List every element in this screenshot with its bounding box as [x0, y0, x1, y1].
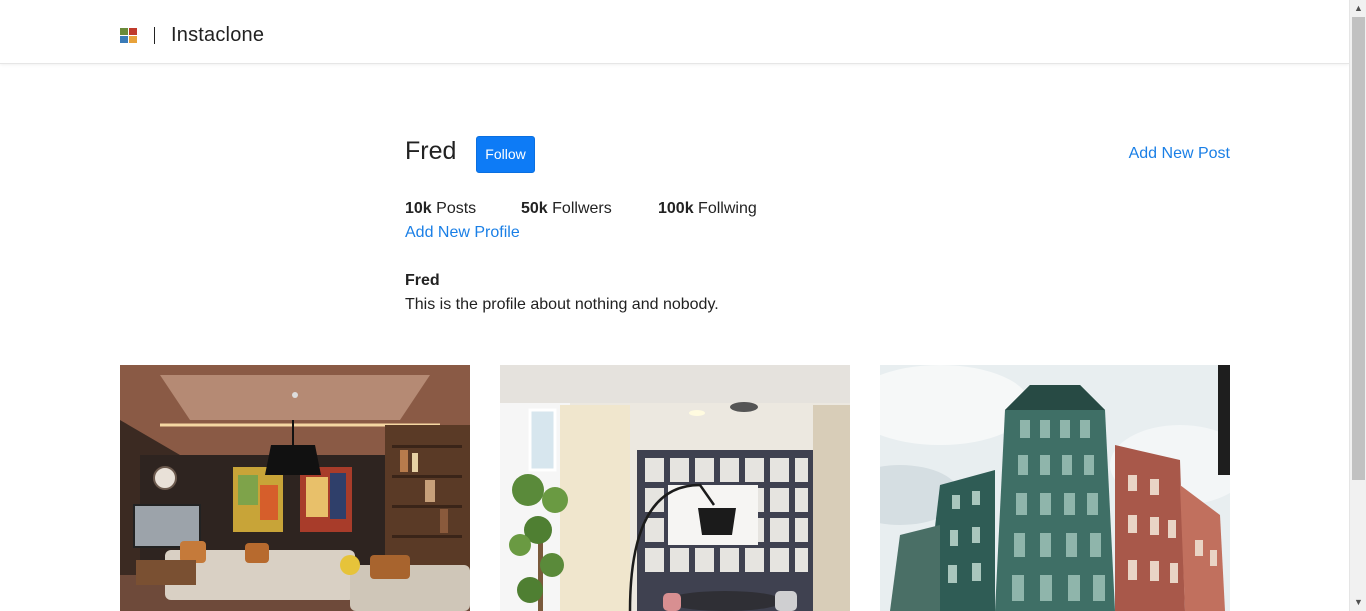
followers-count: 50k	[521, 200, 548, 217]
profile-username: Fred	[405, 137, 457, 165]
following-label: Follwing	[698, 200, 757, 217]
bio-name: Fred	[405, 272, 440, 289]
post-image-bright-room[interactable]	[500, 365, 850, 611]
following-count: 100k	[658, 200, 694, 217]
bio-text: This is the profile about nothing and no…	[405, 296, 719, 313]
profile-page: Instaclone Fred Follow Add New Post 10k …	[0, 0, 1366, 611]
posts-count: 10k	[405, 200, 432, 217]
followers-label: Follwers	[552, 200, 612, 217]
scroll-down-arrow-icon[interactable]: ▼	[1350, 594, 1366, 611]
add-new-post-link[interactable]: Add New Post	[1129, 145, 1230, 163]
add-new-profile-link[interactable]: Add New Profile	[405, 224, 520, 242]
stat-following: 100k Follwing	[658, 200, 757, 218]
navbar-divider	[154, 27, 155, 44]
follow-button[interactable]: Follow	[476, 136, 535, 173]
scrollbar-thumb[interactable]	[1352, 17, 1365, 480]
posts-label: Posts	[436, 200, 477, 217]
page-scrollbar[interactable]: ▲ ▼	[1349, 0, 1366, 611]
post-image-building[interactable]	[880, 365, 1230, 611]
brand-name[interactable]: Instaclone	[171, 24, 264, 47]
scroll-up-arrow-icon[interactable]: ▲	[1350, 0, 1366, 17]
stat-posts: 10k Posts	[405, 200, 476, 218]
navbar: Instaclone	[0, 0, 1349, 64]
post-image-living-room[interactable]	[120, 365, 470, 611]
instaclone-logo-icon[interactable]	[120, 28, 137, 43]
stat-followers: 50k Follwers	[521, 200, 612, 218]
